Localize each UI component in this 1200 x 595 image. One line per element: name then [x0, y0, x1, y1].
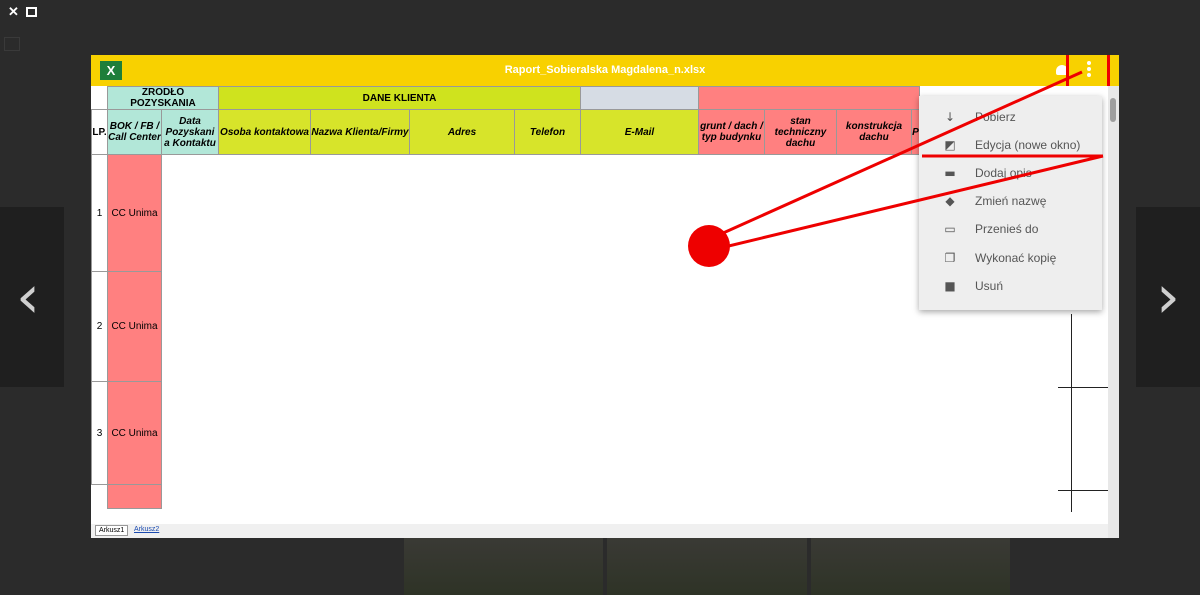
source-cell: CC Unima: [107, 271, 162, 382]
column-header-roof-construction: konstrukcja dachu: [836, 109, 912, 155]
menu-item-delete[interactable]: ■ Usuń: [919, 272, 1102, 300]
row-number: 3: [91, 381, 108, 485]
scrollbar-thumb[interactable]: [1110, 98, 1116, 122]
thumbnail-strip: [404, 538, 1010, 595]
menu-item-label: Dodaj opis: [975, 166, 1032, 180]
divider: [1058, 490, 1108, 491]
sheet-tab[interactable]: Arkusz1: [95, 525, 129, 536]
column-header-contact: Osoba kontaktowa: [218, 109, 311, 155]
menu-item-rename[interactable]: ◆ Zmień nazwę: [919, 187, 1102, 215]
table-row: 2 CC Unima: [91, 271, 920, 382]
spreadsheet-table: ZRODŁO POZYSKANIA DANE KLIENTA LP. BOK /…: [91, 86, 920, 509]
fullscreen-icon[interactable]: [26, 7, 37, 17]
menu-item-label: Edycja (nowe okno): [975, 138, 1081, 152]
edit-icon: ◩: [944, 138, 956, 152]
group-header-source: ZRODŁO POZYSKANIA: [107, 86, 219, 110]
menu-item-label: Pobierz: [975, 110, 1016, 124]
chevron-left-icon[interactable]: ‹: [16, 257, 40, 337]
more-vert-icon[interactable]: [1087, 61, 1091, 79]
vertical-scrollbar[interactable]: [1108, 86, 1119, 538]
column-header-date: Data Pozyskani a Kontaktu: [161, 109, 219, 155]
column-header-roof-state: stan techniczny dachu: [764, 109, 837, 155]
menu-item-label: Przenieś do: [975, 222, 1039, 236]
tag-icon: ◆: [945, 194, 955, 208]
thumbnail[interactable]: [404, 538, 604, 595]
divider: [1058, 387, 1108, 388]
column-header-client-name: Nazwa Klienta/Firmy: [310, 109, 410, 155]
sheet-tab[interactable]: Arkusz2: [131, 525, 162, 534]
source-cell: CC Unima: [107, 154, 162, 272]
viewer-top-controls: ✕: [8, 5, 37, 18]
close-icon[interactable]: ✕: [8, 5, 20, 18]
sheet-tabs: Arkusz1 Arkusz2: [91, 524, 1108, 538]
column-header-phone: Telefon: [514, 109, 581, 155]
chevron-right-icon[interactable]: ›: [1156, 257, 1180, 337]
menu-item-edit[interactable]: ◩ Edycja (nowe okno): [919, 131, 1102, 159]
menu-item-label: Zmień nazwę: [975, 194, 1047, 208]
menu-item-download[interactable]: ↓ Pobierz: [919, 103, 1102, 131]
divider: [1071, 314, 1072, 512]
comment-icon: ▬: [944, 166, 956, 180]
table-row: 1 CC Unima: [91, 154, 920, 272]
column-header-address: Adres: [409, 109, 515, 155]
copy-icon: ❐: [944, 251, 956, 265]
source-cell: CC Unima: [107, 381, 162, 485]
next-panel[interactable]: ›: [1136, 207, 1200, 387]
image-icon: [4, 37, 20, 51]
column-header-email: E-Mail: [580, 109, 699, 155]
row-number: 1: [91, 154, 108, 272]
menu-item-label: Wykonać kopię: [975, 251, 1057, 265]
table-row: 3 CC Unima: [91, 381, 920, 485]
menu-item-copy[interactable]: ❐ Wykonać kopię: [919, 244, 1102, 272]
document-header: X Raport_Sobieralska Magdalena_n.xlsx: [91, 55, 1119, 91]
document-title: Raport_Sobieralska Magdalena_n.xlsx: [504, 64, 706, 76]
prev-panel[interactable]: ‹: [0, 207, 64, 387]
trash-icon: ■: [944, 279, 956, 293]
column-header-ground: grunt / dach / typ budynku: [698, 109, 765, 155]
thumbnail[interactable]: [810, 538, 1010, 595]
column-header-bok: BOK / FB / Call Center: [107, 109, 162, 155]
column-header-lp: LP.: [91, 109, 108, 155]
menu-item-move[interactable]: ▭ Przenieś do: [919, 215, 1102, 243]
row-number: 2: [91, 271, 108, 382]
menu-item-add-description[interactable]: ▬ Dodaj opis: [919, 159, 1102, 187]
download-icon: ↓: [944, 110, 956, 124]
menu-item-label: Usuń: [975, 279, 1004, 293]
context-menu: ↓ Pobierz ◩ Edycja (nowe okno) ▬ Dodaj o…: [919, 96, 1102, 310]
thumbnail[interactable]: [607, 538, 807, 595]
group-header-client: DANE KLIENTA: [218, 86, 581, 110]
folder-icon: ▭: [944, 222, 956, 236]
